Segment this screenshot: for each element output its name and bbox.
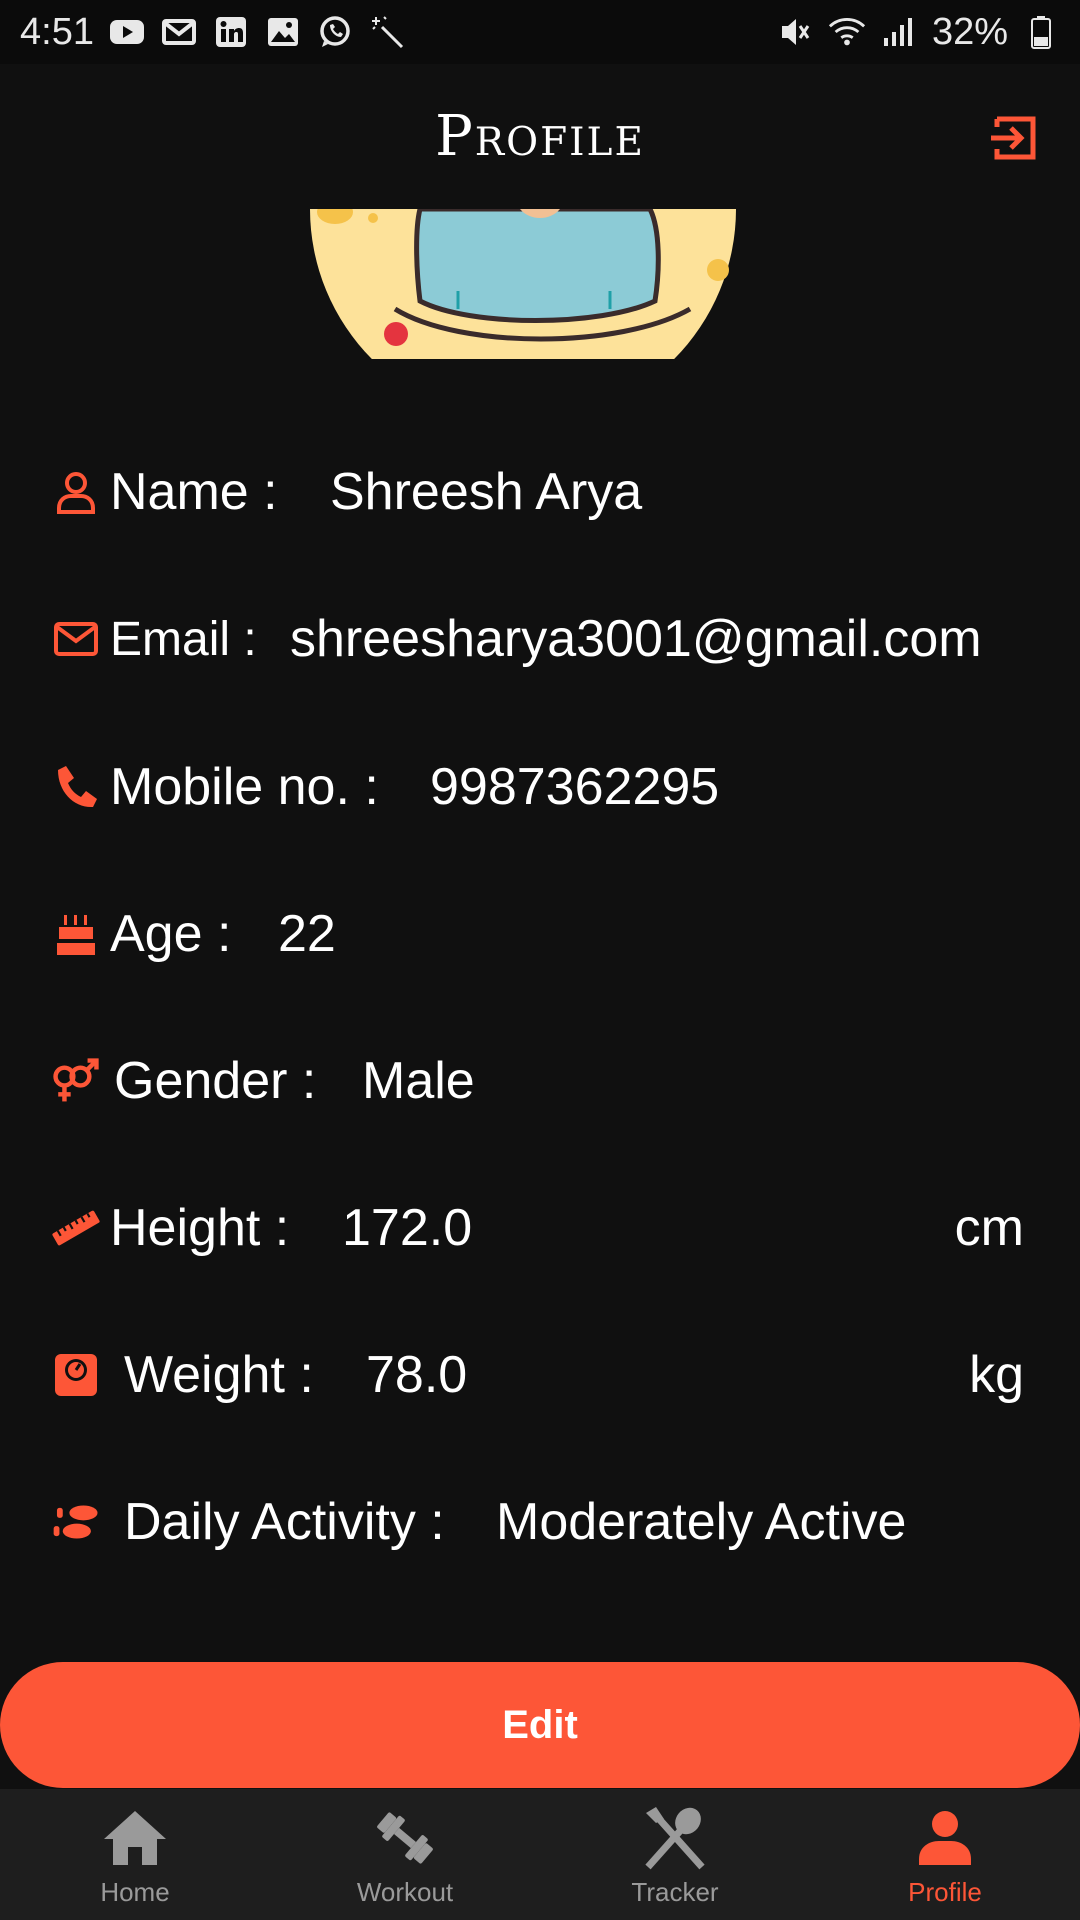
wifi-icon [828,15,866,49]
name-label: Name : [110,463,278,521]
page-title: Profile [435,104,645,169]
gender-icon [52,1057,100,1105]
magic-wand-icon [368,15,406,49]
height-label: Height : [110,1199,290,1257]
email-value: shreesharya3001@gmail.com [290,610,982,668]
nav-tracker-label: Tracker [631,1877,719,1907]
nav-workout-label: Workout [356,1877,454,1907]
phone-icon [52,763,100,811]
activity-value: Moderately Active [496,1493,907,1551]
age-label: Age : [110,905,232,963]
nav-profile[interactable]: Profile [810,1789,1080,1920]
birthday-cake-icon [52,910,100,958]
weight-unit: kg [969,1346,1024,1404]
gender-label: Gender : [114,1052,317,1110]
home-icon [98,1803,172,1873]
mute-icon [776,15,814,49]
age-row: Age : 22 [0,889,1080,979]
mobile-row: Mobile no. : 9987362295 [0,742,1080,832]
logout-button[interactable] [986,110,1042,166]
footprints-icon [52,1498,100,1546]
utensils-icon [638,1803,712,1873]
weight-scale-icon [52,1351,100,1399]
youtube-icon [108,15,146,49]
linkedin-icon [212,15,250,49]
email-label: Email : [110,612,257,666]
envelope-icon [52,615,100,663]
weight-value: 78.0 [366,1346,468,1404]
whatsapp-icon [316,15,354,49]
nav-home-label: Home [100,1877,170,1907]
user-icon [52,468,100,516]
weight-label: Weight : [124,1346,314,1404]
mobile-label: Mobile no. : [110,758,379,816]
age-value: 22 [278,905,336,963]
nav-workout[interactable]: Workout [270,1789,540,1920]
gallery-icon [264,15,302,49]
status-bar: 4:51 32% [0,0,1080,64]
avatar [0,209,1080,359]
ruler-icon [52,1204,100,1252]
gmail-icon [160,15,198,49]
battery-percent: 32% [931,10,1008,53]
name-row: Name : Shreesh Arya [0,447,1080,537]
email-row: Email : shreesharya3001@gmail.com [0,594,1080,684]
nav-profile-label: Profile [908,1877,982,1907]
name-value: Shreesh Arya [330,463,643,521]
height-value: 172.0 [342,1199,473,1257]
dumbbell-icon [368,1803,442,1873]
nav-home[interactable]: Home [0,1789,270,1920]
clock: 4:51 [20,10,94,53]
mobile-value: 9987362295 [430,758,720,816]
height-unit: cm [954,1199,1024,1257]
battery-icon [1022,15,1060,49]
person-icon [908,1803,982,1873]
activity-label: Daily Activity : [124,1493,445,1551]
edit-button[interactable]: Edit [0,1662,1080,1788]
bottom-navigation: Home Workout Tracker Profile [0,1789,1080,1920]
activity-row: Daily Activity : Moderately Active [0,1477,1080,1567]
gender-value: Male [362,1052,475,1110]
nav-tracker[interactable]: Tracker [540,1789,810,1920]
logout-icon [991,116,1036,160]
weight-row: Weight : 78.0 kg [0,1330,1080,1420]
signal-icon [880,15,918,49]
app-header: Profile [0,64,1080,209]
gender-row: Gender : Male [0,1036,1080,1126]
height-row: Height : 172.0 cm [0,1183,1080,1273]
